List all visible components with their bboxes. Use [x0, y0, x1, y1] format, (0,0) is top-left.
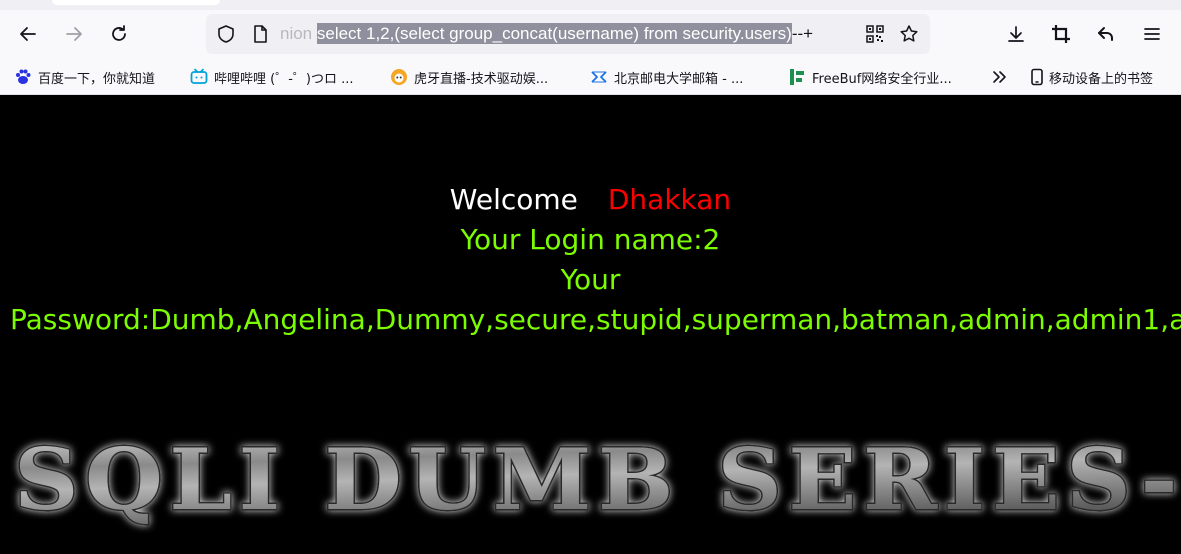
sqli-dumb-series-banner: SQLI DUMB SERIES- [13, 429, 1181, 531]
bookmark-huya[interactable]: 虎牙直播-技术驱动娱... [390, 60, 576, 94]
qr-code-icon[interactable] [865, 24, 885, 44]
bookmark-bupt-mail[interactable]: 北京邮电大学邮箱 - ... [590, 60, 774, 94]
bupt-mail-icon [591, 71, 607, 83]
shield-icon[interactable] [216, 24, 236, 44]
double-chevron-icon [993, 71, 1006, 83]
bookmark-bilibili[interactable]: 哔哩哔哩 (゜-゜)つロ ... [190, 60, 378, 94]
forward-arrow-icon [66, 27, 82, 41]
bookmark-freebuf[interactable]: FreeBuf网络安全行业... [788, 60, 978, 94]
bookmark-baidu[interactable]: 百度一下，你就知道 [14, 60, 176, 94]
bilibili-tv-icon [190, 68, 208, 84]
freebuf-icon [790, 69, 804, 85]
url-selected-text: select 1,2,(select group_concat(username… [316, 23, 792, 44]
navigation-toolbar: nion select 1,2,(select group_concat(use… [0, 10, 1181, 60]
forward-button[interactable] [58, 18, 90, 50]
crop-icon [1052, 25, 1070, 43]
bookmark-label: FreeBuf网络安全行业... [812, 71, 952, 87]
welcome-line: Welcome Dhakkan [0, 183, 1181, 216]
baidu-paw-icon [16, 69, 31, 84]
page-content: Welcome Dhakkan Your Login name:2 Your Pa… [0, 95, 1181, 554]
huya-icon [391, 69, 407, 85]
password-result-text: Password:Dumb,Angelina,Dummy,secure,stup… [10, 303, 1181, 336]
password-label-text: Your [560, 263, 621, 296]
page-icon[interactable] [250, 24, 270, 44]
undo-button[interactable] [1090, 18, 1122, 50]
mobile-bookmarks-label: 移动设备上的书签 [1049, 71, 1154, 87]
mobile-bookmarks-folder[interactable]: 移动设备上的书签 [1028, 60, 1178, 94]
bookmarks-overflow-button[interactable] [990, 60, 1012, 94]
url-suffix: --+ [791, 24, 814, 43]
menu-button[interactable] [1136, 18, 1168, 50]
undo-arrow-icon [1098, 27, 1113, 41]
url-text[interactable]: nion select 1,2,(select group_concat(use… [280, 14, 813, 54]
welcome-name: Dhakkan [607, 183, 732, 216]
address-bar[interactable]: nion select 1,2,(select group_concat(use… [206, 14, 930, 54]
back-button[interactable] [12, 18, 44, 50]
bookmark-star-icon[interactable] [899, 24, 919, 44]
bookmark-label: 北京邮电大学邮箱 - ... [614, 71, 744, 87]
reload-icon [112, 25, 126, 41]
mobile-device-icon [1031, 68, 1043, 86]
url-prefix: nion [280, 24, 317, 43]
bookmarks-toolbar: 百度一下，你就知道 哔哩哔哩 (゜-゜)つロ ... 虎牙直播-技术驱动娱...… [0, 60, 1181, 95]
bookmark-label: 百度一下，你就知道 [38, 71, 156, 87]
banner-title: SQLI DUMB SERIES- [14, 430, 1181, 529]
downloads-button[interactable] [1000, 18, 1032, 50]
screenshot-button[interactable] [1045, 18, 1077, 50]
back-arrow-icon [20, 27, 36, 41]
bookmark-label: 哔哩哔哩 (゜-゜)つロ ... [214, 71, 354, 87]
welcome-label: Welcome [449, 183, 578, 216]
tab-strip [0, 0, 1181, 10]
download-icon [1008, 26, 1024, 42]
login-name-text: Your Login name:2 [460, 223, 721, 256]
hamburger-menu-icon [1144, 28, 1160, 40]
bookmark-label: 虎牙直播-技术驱动娱... [414, 71, 549, 87]
active-tab-edge[interactable] [52, 0, 220, 5]
reload-button[interactable] [103, 18, 135, 50]
